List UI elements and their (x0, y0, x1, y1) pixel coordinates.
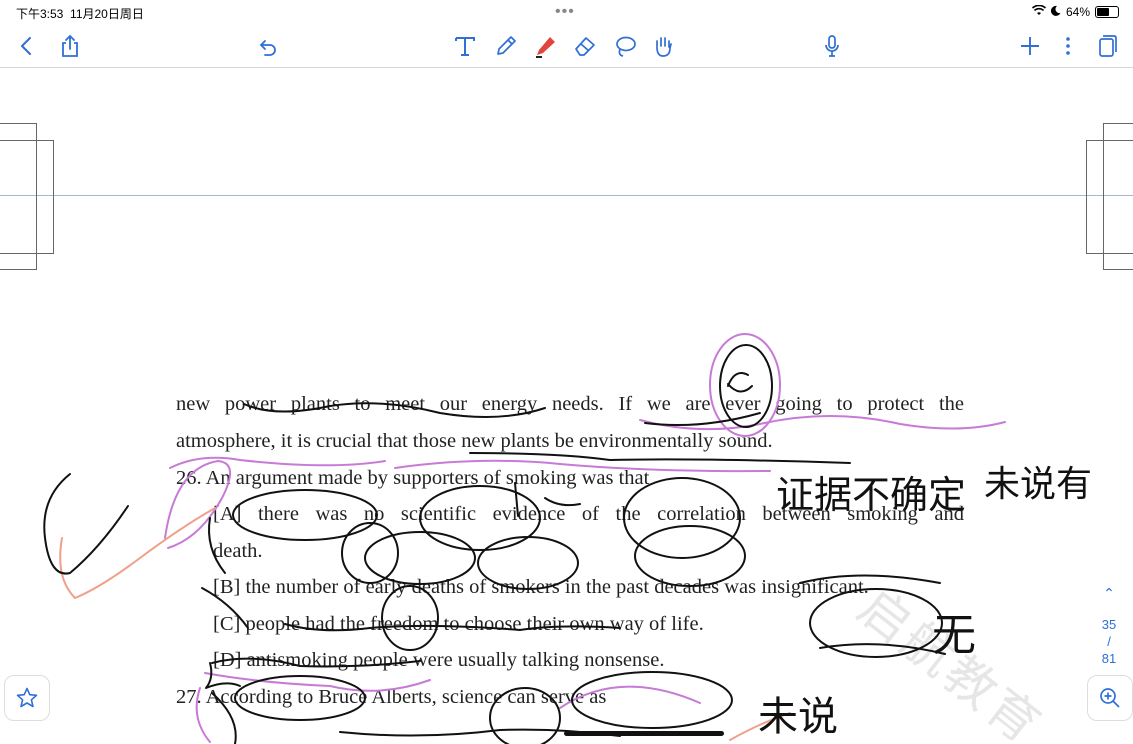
share-icon (62, 34, 78, 57)
zoom-in-icon (1100, 688, 1120, 708)
star-icon (16, 687, 38, 708)
pen-icon (497, 36, 516, 55)
undo-icon (259, 40, 276, 56)
eraser-tool-button[interactable] (570, 31, 600, 61)
more-button[interactable] (1053, 31, 1083, 61)
mic-icon (825, 35, 839, 57)
handwriting-note: 未说 (758, 694, 838, 740)
pen-tool-button[interactable] (491, 31, 521, 61)
current-page: 35 (1101, 617, 1117, 632)
status-bar: 下午3:53 11月20日周日 ••• 64% (0, 0, 1133, 24)
pages-icon (1099, 35, 1117, 57)
favorite-button[interactable] (4, 675, 50, 721)
ink-annotations: 证据不确定 未说有 无 未说 (43, 333, 1092, 744)
battery-icon (1095, 6, 1119, 18)
back-icon (21, 37, 31, 55)
share-button[interactable] (55, 31, 85, 61)
status-right: 64% (1031, 4, 1119, 19)
add-button[interactable] (1015, 31, 1045, 61)
multitasking-grip[interactable]: ••• (555, 3, 575, 21)
page-separator: / (1107, 634, 1111, 649)
document-canvas[interactable]: 启航教育 new power plants to meet our energy… (0, 68, 1133, 744)
highlighter-icon (536, 37, 555, 58)
page-up-icon[interactable]: ⌃ (1093, 586, 1125, 600)
moon-icon (1050, 5, 1061, 19)
undo-button[interactable] (252, 31, 282, 61)
total-pages: 81 (1101, 651, 1117, 666)
more-icon (1066, 37, 1070, 55)
text-tool-icon (455, 37, 475, 56)
lasso-tool-button[interactable] (610, 31, 640, 61)
microphone-button[interactable] (817, 31, 847, 61)
back-button[interactable] (12, 31, 42, 61)
plus-icon (1021, 37, 1039, 55)
hand-icon (656, 37, 672, 57)
text-tool-button[interactable] (450, 31, 480, 61)
handwriting-note: 无 (932, 610, 976, 661)
handwriting-note: 证据不确定 (776, 473, 966, 517)
wifi-icon (1031, 4, 1047, 19)
toolbar (0, 24, 1133, 68)
eraser-icon (575, 37, 595, 56)
home-indicator[interactable] (564, 731, 724, 736)
lasso-icon (616, 36, 636, 57)
status-time: 下午3:53 11月20日周日 (16, 7, 144, 21)
zoom-button[interactable] (1087, 675, 1133, 721)
highlighter-tool-button[interactable] (530, 31, 560, 61)
battery-percent: 64% (1065, 5, 1090, 19)
hand-tool-button[interactable] (648, 31, 678, 61)
handwriting-note: 未说有 (984, 464, 1092, 505)
pages-button[interactable] (1091, 31, 1121, 61)
